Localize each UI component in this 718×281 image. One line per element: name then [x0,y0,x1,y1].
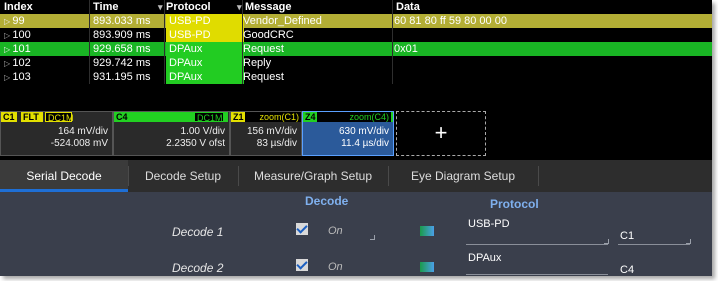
decode-1-source-select[interactable]: C1 [620,230,634,242]
decode-1-on-label: On [328,225,343,237]
protocol-underline [466,274,608,275]
tdiv-readout: 11.4 µs/div [341,138,389,149]
column-divider [164,0,165,84]
row-index: ▷ 100 [4,29,31,41]
vdiv-readout: 164 mV/div [57,126,108,137]
decode-1-protocol-select[interactable]: USB-PD [468,218,510,230]
decode-column-header: Decode [305,194,349,208]
decode-1-label: Decode 1 [172,225,224,239]
decode-setup-panel: Decode Protocol Decode 1 On USB-PD C1 De… [0,192,712,276]
column-divider [242,0,243,84]
protocol-column-header: Protocol [490,197,539,211]
tab-eye-diagram-setup[interactable]: Eye Diagram Setup [388,160,538,192]
vdiv-readout: 630 mV/div [338,126,389,137]
sort-icon: ▾ [158,2,163,12]
coupling-badge: DC1M [194,112,224,123]
tab-divider [538,166,539,186]
offset-readout: 2.2350 V ofst [166,138,225,149]
sort-icon: ▾ [237,2,242,12]
source-underline [618,244,690,245]
zoom-source: zoom(C1) [245,112,301,122]
decode-2-protocol-select[interactable]: DPAux [468,252,501,264]
decode-2-checkbox[interactable] [296,259,308,271]
descriptor-c1[interactable]: C1 FLT DC1M 164 mV/div -524.008 mV [0,111,113,156]
decode-2-on-label: On [328,261,343,273]
row-protocol: DPAux [166,42,244,56]
tab-decode-setup[interactable]: Decode Setup [128,160,238,192]
tab-measure-graph-setup[interactable]: Measure/Graph Setup [238,160,388,192]
row-time: 893.909 ms [93,29,151,41]
row-index: ▷ 101 [4,43,31,55]
col-header-protocol[interactable]: Protocol [166,0,211,14]
col-header-time[interactable]: Time [93,0,118,14]
row-protocol: USB-PD [166,14,244,28]
col-header-data[interactable]: Data [396,0,420,14]
zoom-source: zoom(C4) [317,112,391,122]
dropdown-corner [686,239,691,244]
table-row[interactable]: ▷ 99 893.033 ms USB-PD Vendor_Defined 60… [0,14,712,28]
descriptor-z4[interactable]: Z4 zoom(C4) 630 mV/div 11.4 µs/div [302,111,394,156]
descriptor-c4[interactable]: C4 DC1M 1.00 V/div 2.2350 V ofst [113,111,230,156]
tdiv-readout: 83 µs/div [256,138,297,149]
table-row[interactable]: ▷ 102 929.742 ms DPAux Reply [0,56,712,70]
row-protocol: DPAux [166,70,244,84]
row-time: 929.658 ms [93,43,151,55]
row-time: 929.742 ms [93,57,151,69]
decode-2-label: Decode 2 [172,261,224,275]
protocol-underline [466,244,608,245]
offset-readout: -524.008 mV [50,138,108,149]
tab-serial-decode[interactable]: Serial Decode [0,160,128,192]
decode-1-checkbox[interactable] [296,223,308,235]
row-message: Vendor_Defined [243,15,322,27]
column-divider [392,0,393,84]
dropdown-corner [604,239,609,244]
row-index: ▷ 102 [4,57,31,69]
channel-label: C1 [1,112,17,122]
column-divider [89,0,90,84]
tab-bar: Serial Decode Decode Setup Measure/Graph… [0,160,712,192]
row-message: Reply [243,57,272,69]
corner-mark [370,235,375,240]
plus-icon: + [434,120,448,145]
row-time: 931.195 ms [93,71,151,83]
row-protocol: DPAux [166,56,244,70]
row-index: ▷ 99 [4,15,25,27]
col-header-index[interactable]: Index [4,0,33,14]
table-header: Index Time ▾ Protocol ▾ Message Data [0,0,712,14]
row-message: Request [243,43,284,55]
table-row[interactable]: ▷ 101 929.658 ms DPAux Request 0x01 [0,42,712,56]
filter-badge: FLT [21,112,43,122]
row-data: 60 81 80 ff 59 80 00 00 [394,15,507,27]
row-index: ▷ 103 [4,71,31,83]
decode-window: Index Time ▾ Protocol ▾ Message Data ▷ 9… [0,0,712,276]
decode-1-color-swatch[interactable] [420,226,434,236]
coupling-badge: DC1M [45,112,74,123]
col-header-message[interactable]: Message [245,0,291,14]
decode-2-color-swatch[interactable] [420,262,434,272]
row-message: Request [243,71,284,83]
vdiv-readout: 156 mV/div [246,126,297,137]
row-data: 0x01 [394,43,418,55]
add-trace-button[interactable]: + [396,111,486,156]
table-row[interactable]: ▷ 100 893.909 ms USB-PD GoodCRC [0,28,712,42]
table-row[interactable]: ▷ 103 931.195 ms DPAux Request [0,70,712,84]
row-protocol: USB-PD [166,28,244,42]
decode-2-source-select[interactable]: C4 [620,264,634,276]
vdiv-readout: 1.00 V/div [180,126,225,137]
row-message: GoodCRC [243,29,294,41]
descriptor-z1[interactable]: Z1 zoom(C1) 156 mV/div 83 µs/div [230,111,302,156]
row-time: 893.033 ms [93,15,151,27]
